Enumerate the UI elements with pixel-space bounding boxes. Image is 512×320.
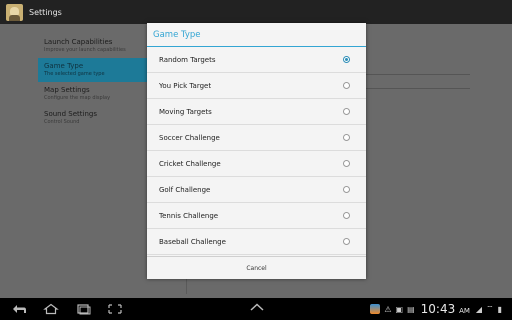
action-bar: Settings (0, 0, 512, 24)
signal-icon: ◢ (475, 304, 483, 314)
app-logo-icon[interactable] (6, 3, 23, 21)
detail-divider (360, 88, 470, 89)
radio-unchecked-icon[interactable] (343, 82, 350, 89)
warning-icon[interactable]: ⚠ (384, 305, 391, 314)
option-label: Tennis Challenge (159, 211, 219, 220)
page-title: Settings (29, 7, 62, 17)
radio-unchecked-icon[interactable] (343, 160, 350, 167)
clock-time[interactable]: 10:43 AM (421, 302, 470, 316)
option-you-pick-target[interactable]: You Pick Target (147, 73, 366, 99)
game-type-dialog: Game Type Random Targets You Pick Target… (147, 23, 366, 279)
option-golf-challenge[interactable]: Golf Challenge (147, 177, 366, 203)
wifi-icon: ⌔ (486, 304, 494, 313)
cancel-button[interactable]: Cancel (147, 256, 366, 279)
dialog-title: Game Type (147, 23, 366, 47)
option-label: You Pick Target (159, 81, 212, 90)
battery-icon: ▮ (497, 304, 502, 314)
recents-icon[interactable] (74, 303, 92, 315)
status-tray: ⚠ ▣ ▤ 10:43 AM ◢ ⌔ ▮ (370, 298, 502, 320)
app-notification-icon[interactable] (370, 304, 381, 314)
radio-unchecked-icon[interactable] (343, 186, 350, 193)
option-label: Soccer Challenge (159, 133, 220, 142)
gallery-icon[interactable]: ▣ (396, 305, 404, 314)
option-label: Random Targets (159, 55, 216, 64)
radio-checked-icon[interactable] (343, 56, 350, 63)
back-icon[interactable] (10, 303, 28, 315)
radio-unchecked-icon[interactable] (343, 134, 350, 141)
screenshot-icon[interactable] (106, 303, 124, 315)
detail-divider (360, 74, 470, 75)
option-label: Baseball Challenge (159, 237, 226, 246)
time-value: 10:43 (420, 302, 456, 316)
sd-card-icon[interactable]: ▤ (407, 305, 415, 314)
option-label: Moving Targets (159, 107, 212, 116)
option-baseball-challenge[interactable]: Baseball Challenge (147, 229, 366, 255)
radio-unchecked-icon[interactable] (343, 212, 350, 219)
option-random-targets[interactable]: Random Targets (147, 47, 366, 73)
option-tennis-challenge[interactable]: Tennis Challenge (147, 203, 366, 229)
chevron-up-icon[interactable] (250, 303, 264, 314)
home-icon[interactable] (42, 303, 60, 315)
option-moving-targets[interactable]: Moving Targets (147, 99, 366, 125)
option-label: Cricket Challenge (159, 159, 221, 168)
radio-unchecked-icon[interactable] (343, 238, 350, 245)
ampm-value: AM (459, 307, 470, 315)
option-soccer-challenge[interactable]: Soccer Challenge (147, 125, 366, 151)
option-label: Golf Challenge (159, 185, 211, 194)
detail-pane (360, 74, 470, 102)
radio-unchecked-icon[interactable] (343, 108, 350, 115)
option-cricket-challenge[interactable]: Cricket Challenge (147, 151, 366, 177)
